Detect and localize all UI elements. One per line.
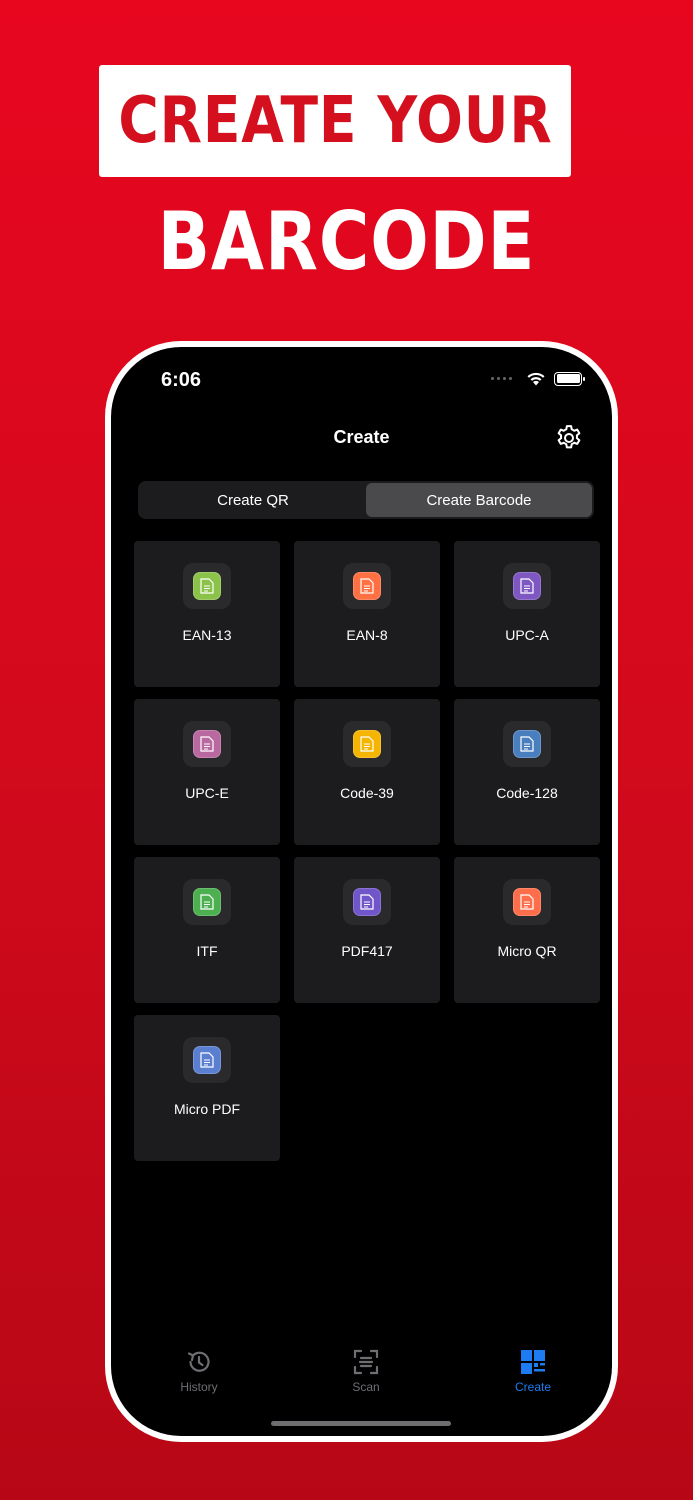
document-icon-wrap <box>343 721 391 767</box>
document-icon <box>353 730 381 758</box>
document-icon-wrap <box>183 563 231 609</box>
tile-label: UPC-A <box>505 627 549 643</box>
battery-icon <box>554 371 585 386</box>
document-icon-wrap <box>503 879 551 925</box>
document-icon <box>513 730 541 758</box>
status-time: 6:06 <box>161 369 202 391</box>
page-title: Create <box>333 427 390 447</box>
headline-bottom: BARCODE <box>157 195 536 288</box>
document-icon <box>353 572 381 600</box>
document-icon-wrap <box>343 879 391 925</box>
tile-label: Code-128 <box>496 785 558 801</box>
document-icon-wrap <box>343 563 391 609</box>
tile-upc-e[interactable]: UPC-E <box>134 699 280 845</box>
phone-frame: 6:06 Create Create QR Create Barcode EAN… <box>105 341 618 1442</box>
tile-label: ITF <box>196 943 218 959</box>
create-type-segmented-control: Create QR Create Barcode <box>138 481 594 519</box>
phone-screen: 6:06 Create Create QR Create Barcode EAN… <box>111 347 612 1436</box>
tab-create-barcode[interactable]: Create Barcode <box>366 483 592 517</box>
document-icon-wrap <box>183 721 231 767</box>
document-icon <box>513 572 541 600</box>
tile-pdf417[interactable]: PDF417 <box>294 857 440 1003</box>
tile-micro-pdf[interactable]: Micro PDF <box>134 1015 280 1161</box>
tile-code-128[interactable]: Code-128 <box>454 699 600 845</box>
scan-icon <box>353 1349 379 1375</box>
tile-label: PDF417 <box>341 943 393 959</box>
document-icon-wrap <box>183 1037 231 1083</box>
tab-bar: History Scan Create <box>111 1347 612 1407</box>
wifi-icon <box>527 372 545 386</box>
document-icon <box>193 572 221 600</box>
tile-ean-8[interactable]: EAN-8 <box>294 541 440 687</box>
tile-label: UPC-E <box>185 785 229 801</box>
history-icon <box>187 1351 210 1372</box>
tile-code-39[interactable]: Code-39 <box>294 699 440 845</box>
tab-create-label: Create <box>514 1380 552 1394</box>
tile-label: EAN-13 <box>182 627 232 643</box>
tile-itf[interactable]: ITF <box>134 857 280 1003</box>
tile-ean-13[interactable]: EAN-13 <box>134 541 280 687</box>
tab-history-label: History <box>180 1380 218 1394</box>
document-icon-wrap <box>503 563 551 609</box>
document-icon-wrap <box>503 721 551 767</box>
document-icon <box>193 730 221 758</box>
document-icon <box>193 888 221 916</box>
tile-label: Code-39 <box>340 785 394 801</box>
gear-icon[interactable] <box>554 423 584 453</box>
document-icon-wrap <box>183 879 231 925</box>
tab-create-qr[interactable]: Create QR <box>140 483 366 517</box>
headline-top: CREATE YOUR <box>117 84 553 158</box>
document-icon <box>513 888 541 916</box>
tab-history[interactable]: History <box>149 1347 249 1394</box>
tile-label: EAN-8 <box>346 627 388 643</box>
home-indicator <box>271 1421 451 1426</box>
headline-banner: CREATE YOUR <box>99 65 571 177</box>
document-icon <box>353 888 381 916</box>
tile-micro-qr[interactable]: Micro QR <box>454 857 600 1003</box>
tile-upc-a[interactable]: UPC-A <box>454 541 600 687</box>
document-icon <box>193 1046 221 1074</box>
status-icons <box>491 371 585 386</box>
tab-scan[interactable]: Scan <box>316 1347 416 1394</box>
create-grid-icon <box>521 1350 545 1374</box>
tab-scan-label: Scan <box>352 1380 380 1394</box>
tab-create[interactable]: Create <box>483 1347 583 1394</box>
tile-label: Micro QR <box>497 943 557 959</box>
cellular-dots-icon <box>491 377 512 380</box>
tile-label: Micro PDF <box>173 1101 241 1117</box>
